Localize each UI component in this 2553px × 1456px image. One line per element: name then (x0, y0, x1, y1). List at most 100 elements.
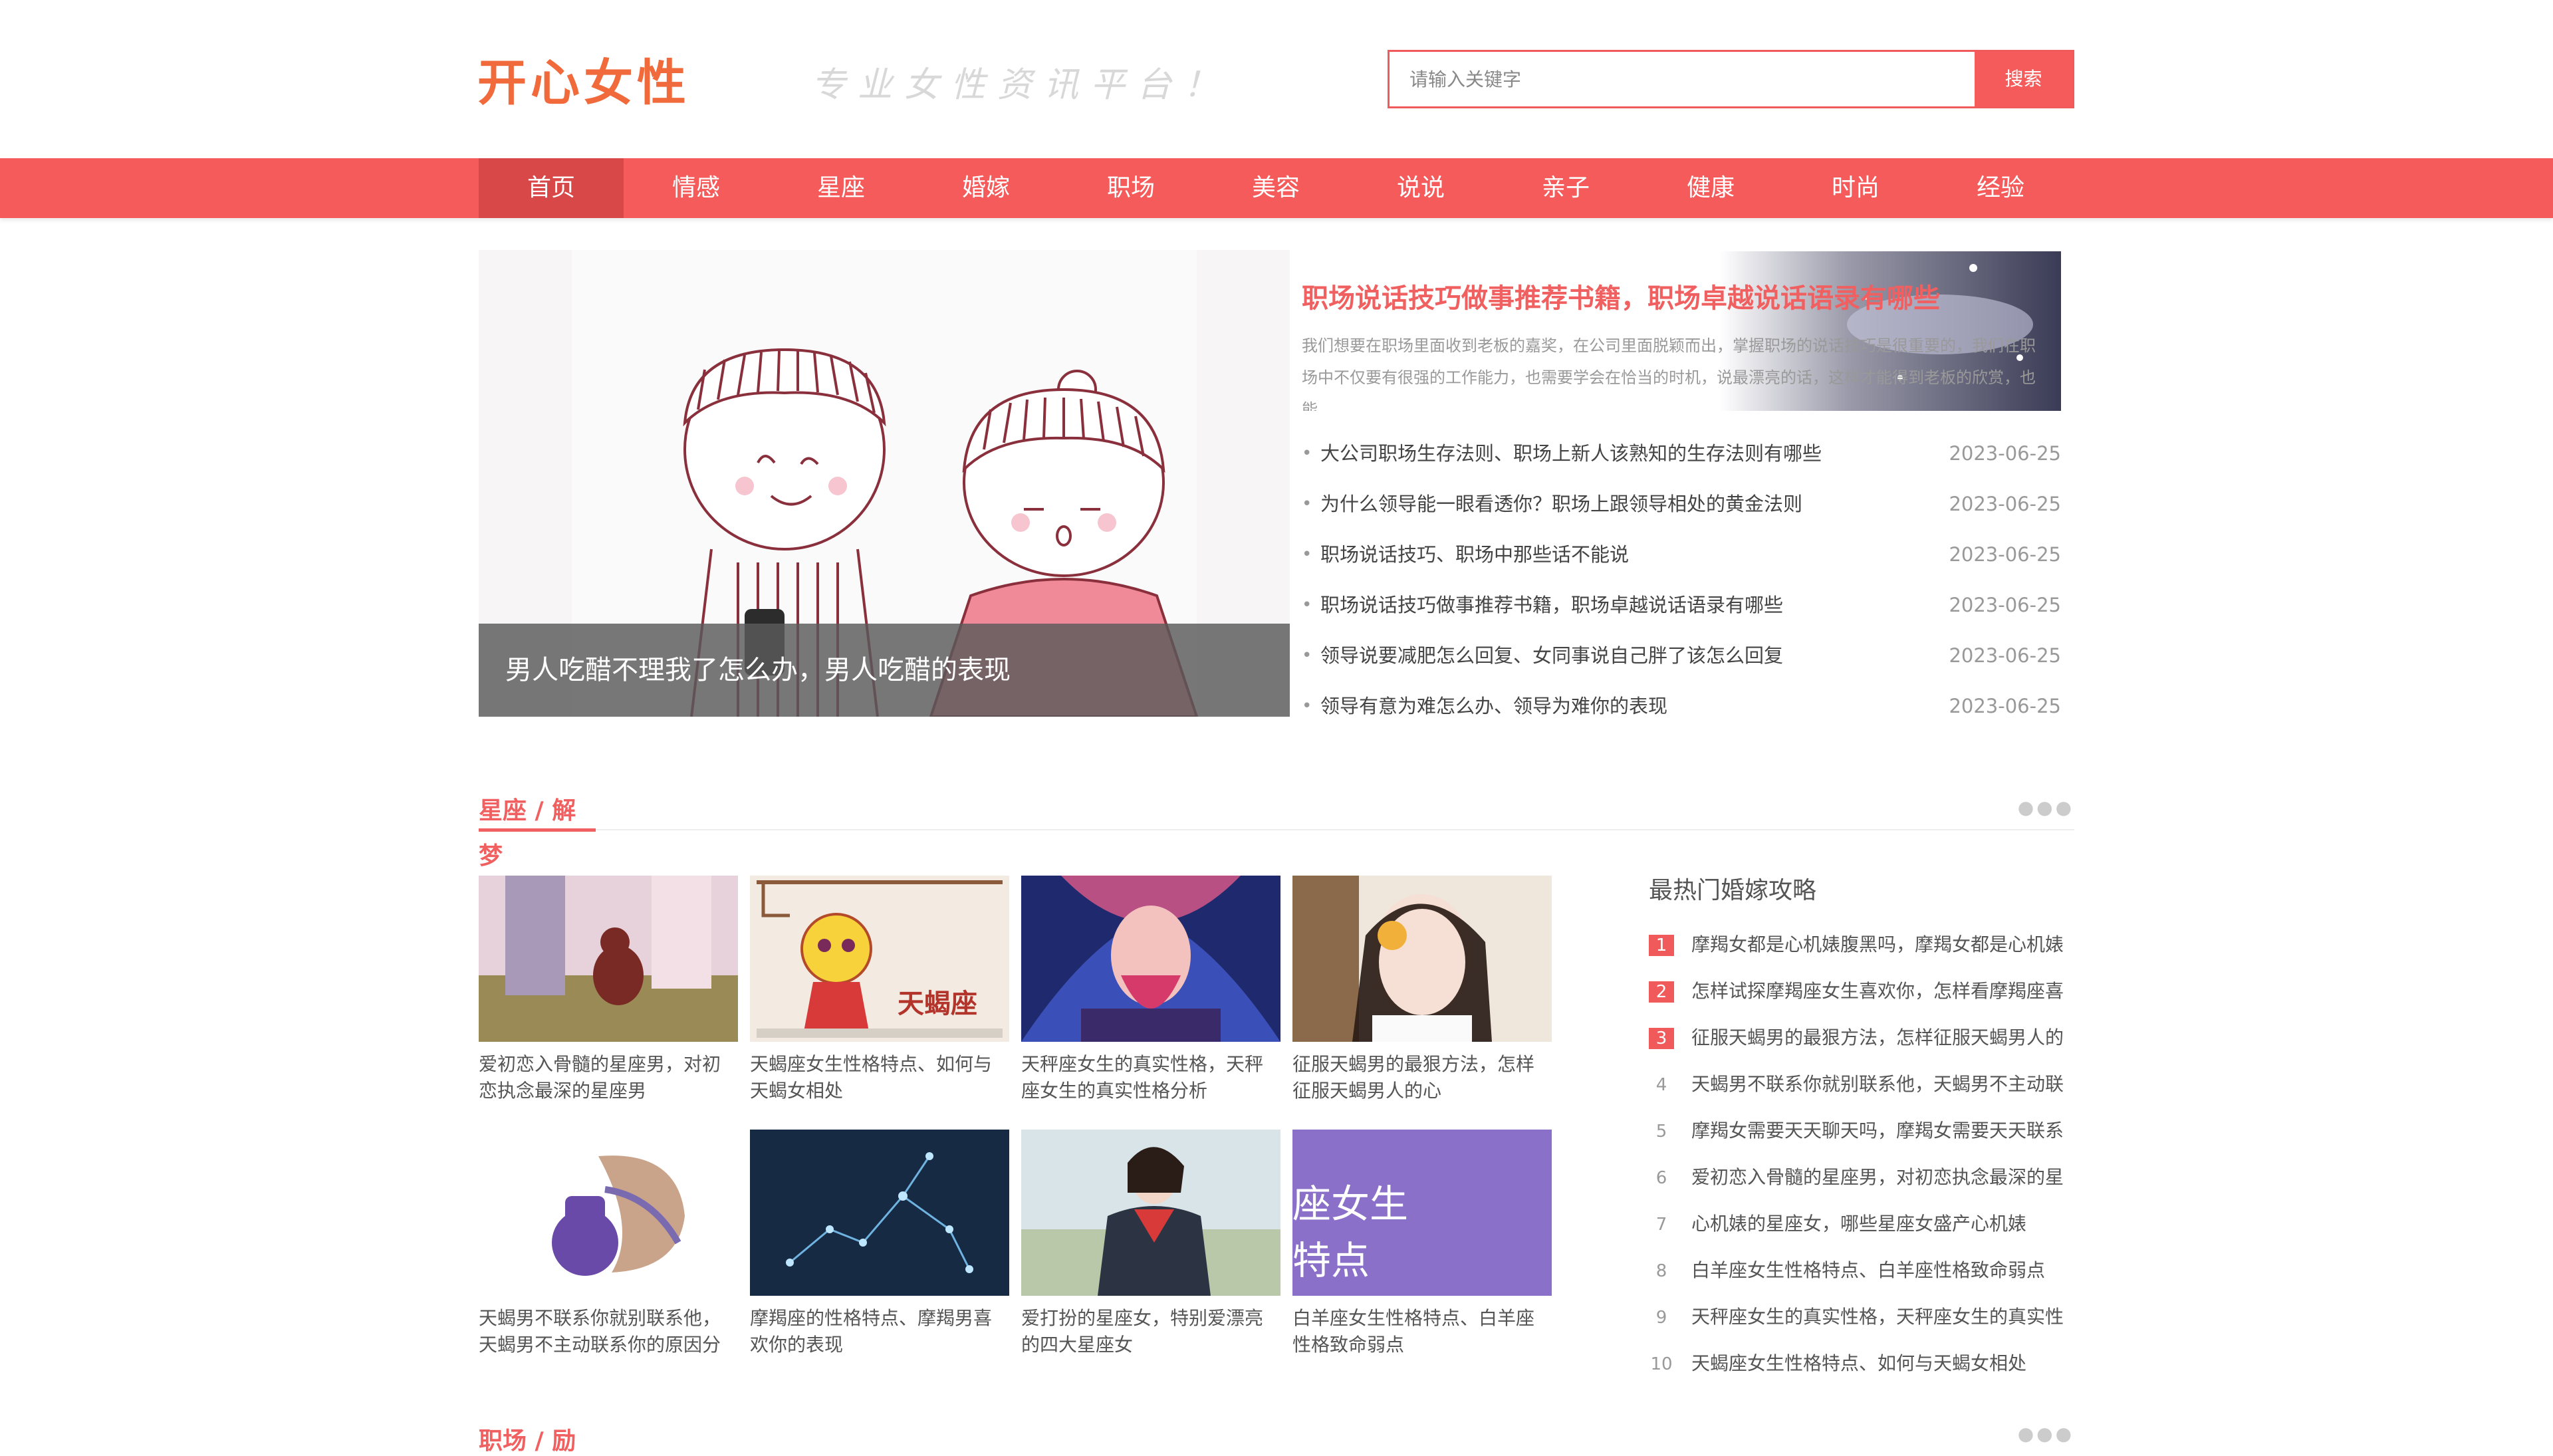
hot-list-item[interactable]: 5 摩羯女需要天天聊天吗，摩羯女需要天天联系 (1649, 1108, 2074, 1154)
hot-list-item[interactable]: 1 摩羯女都是心机婊腹黑吗，摩羯女都是心机婊 (1649, 921, 2074, 968)
logo-text: 开心女性 (477, 55, 690, 112)
card-overlay-text-2: 特点 (1292, 1238, 1370, 1283)
card-image-constellation[interactable] (750, 1130, 1009, 1296)
hot-list-item[interactable]: 4 天蝎男不联系你就别联系他，天蝎男不主动联 (1649, 1061, 2074, 1108)
more-dots-icon[interactable]: ●●● (2018, 796, 2074, 818)
search-input[interactable] (1390, 52, 1975, 106)
card-title[interactable]: 征服天蝎男的最狠方法，怎样征服天蝎男人的心 (1292, 1051, 1552, 1104)
hot-item-title[interactable]: 征服天蝎男的最狠方法，怎样征服天蝎男人的 (1691, 1027, 2064, 1048)
nav-item-home[interactable]: 首页 (479, 158, 624, 218)
nav-item-experience[interactable]: 经验 (1928, 158, 2073, 218)
hot-item-title[interactable]: 摩羯女需要天天聊天吗，摩羯女需要天天联系 (1691, 1120, 2064, 1142)
news-title[interactable]: 为什么领导能一眼看透你？职场上跟领导相处的黄金法则 (1320, 493, 1802, 515)
nav-item-fashion[interactable]: 时尚 (1783, 158, 1928, 218)
news-date: 2023-06-25 (1949, 442, 2061, 465)
couple-photo (479, 876, 738, 1042)
card-image-scorpio[interactable]: 天蝎座 (750, 876, 1009, 1042)
list-item[interactable]: 职场说话技巧、职场中那些话不能说 2023-06-25 (1302, 529, 2061, 580)
site-logo[interactable]: 开心女性 (477, 47, 690, 120)
nav-item-emotion[interactable]: 情感 (624, 158, 769, 218)
hot-item-title[interactable]: 天蝎男不联系你就别联系他，天蝎男不主动联 (1691, 1073, 2064, 1095)
card-image-girl[interactable] (1292, 876, 1552, 1042)
card-title[interactable]: 天秤座女生的真实性格，天秤座女生的真实性格分析 (1021, 1051, 1280, 1104)
card-title[interactable]: 爱打扮的星座女，特别爱漂亮的四大星座女 (1021, 1305, 1280, 1358)
rank-badge: 7 (1655, 1215, 1667, 1235)
card-title[interactable]: 白羊座女生性格特点、白羊座性格致命弱点 (1292, 1305, 1552, 1358)
rank-badge: 8 (1655, 1261, 1667, 1281)
hot-list-item[interactable]: 7 心机婊的星座女，哪些星座女盛产心机婊 (1649, 1201, 2074, 1247)
list-item[interactable]: 为什么领导能一眼看透你？职场上跟领导相处的黄金法则 2023-06-25 (1302, 479, 2061, 529)
nav-item-marriage[interactable]: 婚嫁 (913, 158, 1058, 218)
libra-illustration (1021, 876, 1280, 1042)
hot-list-item[interactable]: 2 怎样试探摩羯座女生喜欢你，怎样看摩羯座喜 (1649, 968, 2074, 1015)
article-card[interactable]: 摩羯座的性格特点、摩羯男喜欢你的表现 (750, 1130, 1009, 1358)
list-item[interactable]: 领导说要减肥怎么回复、女同事说自己胖了该怎么回复 2023-06-25 (1302, 630, 2061, 681)
nav-item-quotes[interactable]: 说说 (1348, 158, 1493, 218)
feature-title[interactable]: 职场说话技巧做事推荐书籍，职场卓越说话语录有哪些 (1302, 277, 1940, 315)
card-image-libra[interactable] (1021, 876, 1280, 1042)
search-bar: 搜索 (1388, 50, 2074, 108)
news-title[interactable]: 大公司职场生存法则、职场上新人该熟知的生存法则有哪些 (1320, 442, 1822, 465)
news-date: 2023-06-25 (1949, 695, 2061, 717)
section-title[interactable]: 星座 / 解梦 (479, 789, 598, 879)
rank-badge: 4 (1655, 1075, 1667, 1095)
nav-item-parenting[interactable]: 亲子 (1493, 158, 1638, 218)
article-card[interactable]: 座女生 特点 白羊座女生性格特点、白羊座性格致命弱点 (1292, 1130, 1552, 1358)
nav-item-workplace[interactable]: 职场 (1058, 158, 1203, 218)
nav-item-horoscope[interactable]: 星座 (769, 158, 913, 218)
hot-list-title: 最热门婚嫁攻略 (1649, 877, 1817, 904)
capricorn-constellation (750, 1130, 1009, 1296)
card-title[interactable]: 天蝎座女生性格特点、如何与天蝎女相处 (750, 1051, 1009, 1104)
hot-list-item[interactable]: 6 爱初恋入骨髓的星座男，对初恋执念最深的星 (1649, 1154, 2074, 1201)
aquarius-illustration (479, 1130, 738, 1296)
card-image-couple[interactable] (479, 876, 738, 1042)
rank-badge: 10 (1650, 1354, 1673, 1374)
hot-list-item[interactable]: 3 征服天蝎男的最狠方法，怎样征服天蝎男人的 (1649, 1015, 2074, 1061)
nav-item-beauty[interactable]: 美容 (1203, 158, 1348, 218)
card-title[interactable]: 摩羯座的性格特点、摩羯男喜欢你的表现 (750, 1305, 1009, 1358)
news-title[interactable]: 领导有意为难怎么办、领导为难你的表现 (1320, 695, 1667, 717)
card-overlay-text-1: 座女生 (1292, 1181, 1409, 1227)
hot-item-title[interactable]: 白羊座女生性格特点、白羊座性格致命弱点 (1691, 1259, 2045, 1281)
card-image-pot[interactable] (479, 1130, 738, 1296)
hero-slide[interactable]: 男人吃醋不理我了怎么办，男人吃醋的表现 (479, 250, 1290, 717)
article-card[interactable]: 爱初恋入骨髓的星座男，对初恋执念最深的星座男 (479, 876, 738, 1104)
next-section-title[interactable]: 职场 / 励 (479, 1421, 576, 1456)
article-card[interactable]: 征服天蝎男的最狠方法，怎样征服天蝎男人的心 (1292, 876, 1552, 1104)
article-card[interactable]: 天秤座女生的真实性格，天秤座女生的真实性格分析 (1021, 876, 1280, 1104)
hot-item-title[interactable]: 天秤座女生的真实性格，天秤座女生的真实性 (1691, 1306, 2064, 1328)
list-item[interactable]: 大公司职场生存法则、职场上新人该熟知的生存法则有哪些 2023-06-25 (1302, 428, 2061, 479)
article-card[interactable]: 爱打扮的星座女，特别爱漂亮的四大星座女 (1021, 1130, 1280, 1358)
card-image-purple[interactable]: 座女生 特点 (1292, 1130, 1552, 1296)
card-image-uniform[interactable] (1021, 1130, 1280, 1296)
hot-item-title[interactable]: 摩羯女都是心机婊腹黑吗，摩羯女都是心机婊 (1691, 933, 2064, 955)
article-card[interactable]: 天蝎男不联系你就别联系他，天蝎男不主动联系你的原因分 (479, 1130, 738, 1358)
news-title[interactable]: 领导说要减肥怎么回复、女同事说自己胖了该怎么回复 (1320, 644, 1783, 667)
search-button[interactable]: 搜索 (1975, 52, 2072, 106)
hot-list-item[interactable]: 9 天秤座女生的真实性格，天秤座女生的真实性 (1649, 1294, 2074, 1340)
featured-article[interactable]: 职场说话技巧做事推荐书籍，职场卓越说话语录有哪些 我们想要在职场里面收到老板的嘉… (1302, 251, 2061, 411)
hot-list-item[interactable]: 8 白羊座女生性格特点、白羊座性格致命弱点 (1649, 1247, 2074, 1294)
uniform-photo (1021, 1130, 1280, 1296)
more-dots-icon[interactable]: ●●● (2018, 1423, 2074, 1445)
list-item[interactable]: 领导有意为难怎么办、领导为难你的表现 2023-06-25 (1302, 681, 2061, 731)
news-date: 2023-06-25 (1949, 493, 2061, 515)
list-item[interactable]: 职场说话技巧做事推荐书籍，职场卓越说话语录有哪些 2023-06-25 (1302, 580, 2061, 630)
nav-item-health[interactable]: 健康 (1638, 158, 1783, 218)
hot-item-title[interactable]: 爱初恋入骨髓的星座男，对初恋执念最深的星 (1691, 1166, 2064, 1188)
news-date: 2023-06-25 (1949, 543, 2061, 566)
hot-item-title[interactable]: 怎样试探摩羯座女生喜欢你，怎样看摩羯座喜 (1691, 980, 2064, 1002)
hero-caption[interactable]: 男人吃醋不理我了怎么办，男人吃醋的表现 (479, 624, 1290, 717)
rank-badge: 5 (1655, 1122, 1667, 1142)
article-card[interactable]: 天蝎座 天蝎座女生性格特点、如何与天蝎女相处 (750, 876, 1009, 1104)
hot-item-title[interactable]: 天蝎座女生性格特点、如何与天蝎女相处 (1691, 1352, 2026, 1374)
card-title[interactable]: 天蝎男不联系你就别联系他，天蝎男不主动联系你的原因分 (479, 1305, 738, 1358)
hot-item-title[interactable]: 心机婊的星座女，哪些星座女盛产心机婊 (1691, 1213, 2026, 1235)
rank-badge: 1 (1649, 935, 1674, 956)
scorpio-label: 天蝎座 (898, 989, 977, 1019)
feature-description: 我们想要在职场里面收到老板的嘉奖，在公司里面脱颖而出，掌握职场的说话技巧是很重要… (1302, 336, 2036, 411)
news-title[interactable]: 职场说话技巧做事推荐书籍，职场卓越说话语录有哪些 (1320, 594, 1783, 616)
hot-list-item[interactable]: 10 天蝎座女生性格特点、如何与天蝎女相处 (1649, 1340, 2074, 1387)
news-title[interactable]: 职场说话技巧、职场中那些话不能说 (1320, 543, 1629, 566)
card-title[interactable]: 爱初恋入骨髓的星座男，对初恋执念最深的星座男 (479, 1051, 738, 1104)
